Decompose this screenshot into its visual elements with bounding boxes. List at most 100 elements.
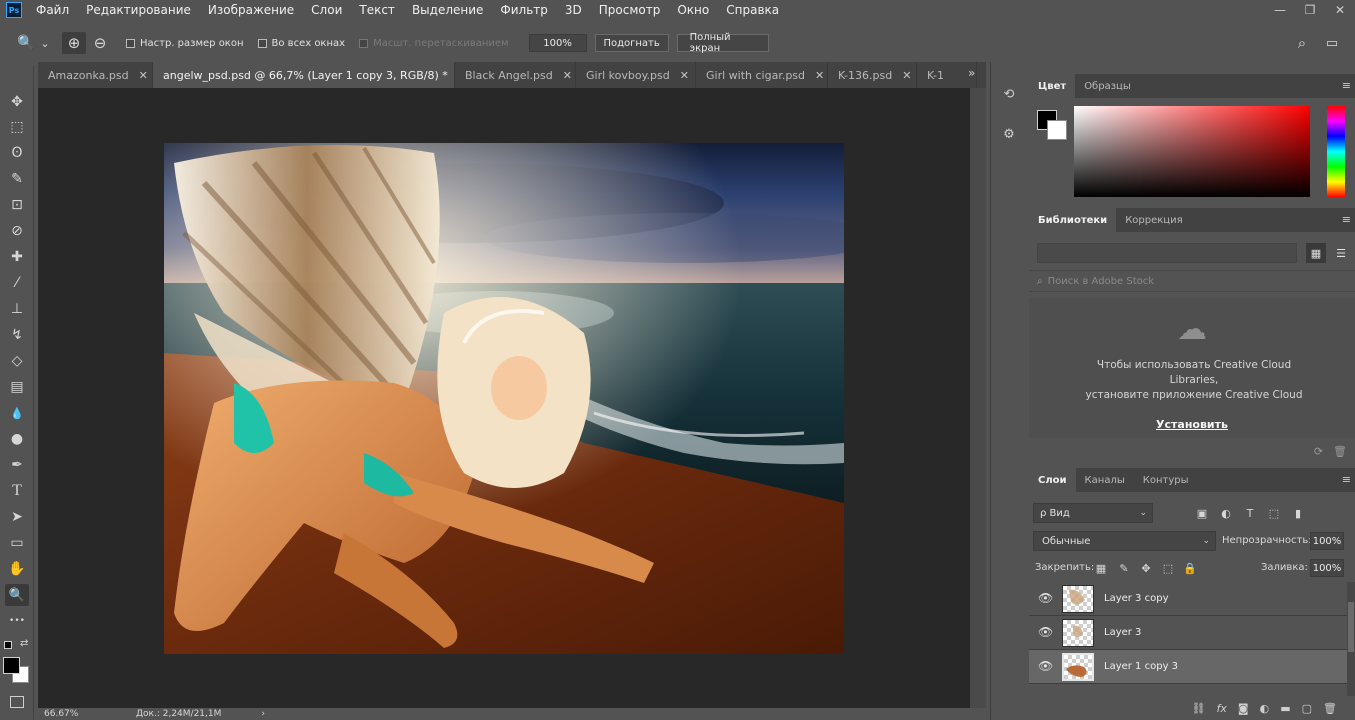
library-select[interactable] — [1037, 243, 1297, 263]
blend-mode-select[interactable]: Обычные ⌄ — [1033, 531, 1216, 551]
lock-all-icon[interactable]: 🔒 — [1182, 560, 1198, 576]
blur-tool-icon[interactable]: 💧 — [5, 402, 29, 424]
history-icon[interactable]: ⟲ — [999, 84, 1019, 104]
type-filter-icon[interactable]: T — [1242, 505, 1258, 521]
list-view-icon[interactable]: ☰ — [1331, 243, 1351, 263]
status-zoom[interactable]: 66.67% — [44, 709, 104, 719]
eyedropper-tool-icon[interactable]: ⊘ — [5, 220, 29, 242]
tab-girl-with-cigar[interactable]: Girl with cigar.psd ✕ — [696, 62, 828, 88]
close-icon[interactable]: ✕ — [563, 69, 572, 82]
install-link[interactable]: Установить — [1029, 418, 1355, 431]
adjustment-layer-icon[interactable]: ◐ — [1260, 702, 1270, 720]
swap-colors-icon[interactable]: ⇄ — [20, 638, 28, 649]
tab-k-136[interactable]: K-136.psd ✕ — [828, 62, 917, 88]
shape-filter-icon[interactable]: ⬚ — [1266, 505, 1282, 521]
crop-tool-icon[interactable]: ⊡ — [5, 194, 29, 216]
tab-girl-kovboy[interactable]: Girl kovboy.psd ✕ — [576, 62, 696, 88]
tab-channels[interactable]: Каналы — [1076, 468, 1134, 492]
type-tool-icon[interactable]: T — [5, 480, 29, 502]
close-button[interactable]: ✕ — [1325, 0, 1355, 20]
lock-position-icon[interactable]: ✥ — [1138, 560, 1154, 576]
fill-screen-button[interactable]: Полный экран — [676, 32, 769, 54]
tab-libraries[interactable]: Библиотеки — [1029, 208, 1117, 232]
shape-tool-icon[interactable]: ▭ — [5, 532, 29, 554]
background-color-swatch[interactable] — [1047, 120, 1067, 140]
menu-select[interactable]: Выделение — [412, 3, 483, 17]
tab-paths[interactable]: Контуры — [1134, 468, 1198, 492]
canvas-area[interactable] — [38, 88, 970, 708]
menu-layers[interactable]: Слои — [311, 3, 342, 17]
resize-windows-checkbox[interactable]: Настр. размер окон — [126, 38, 244, 49]
close-icon[interactable]: ✕ — [139, 69, 148, 82]
pixel-filter-icon[interactable]: ▣ — [1194, 505, 1210, 521]
lock-pixels-icon[interactable]: ✎ — [1116, 560, 1132, 576]
menu-window[interactable]: Окно — [677, 3, 709, 17]
move-tool-icon[interactable]: ✥ — [5, 91, 29, 113]
zoom-in-icon[interactable]: ⊕ — [62, 32, 86, 54]
chevron-down-icon[interactable]: ⌄ — [38, 32, 52, 54]
grid-view-icon[interactable]: ▦ — [1306, 243, 1326, 263]
menu-3d[interactable]: 3D — [565, 3, 582, 17]
marquee-tool-icon[interactable]: ⬚ — [5, 116, 29, 138]
visibility-eye-icon[interactable]: 👁 — [1038, 591, 1053, 605]
layer-name[interactable]: Layer 1 copy 3 — [1104, 661, 1178, 672]
menu-image[interactable]: Изображение — [208, 3, 294, 17]
close-icon[interactable]: ✕ — [680, 69, 689, 82]
close-icon[interactable]: ✕ — [815, 69, 824, 82]
layer-row[interactable]: 👁 Layer 3 — [1029, 616, 1347, 650]
stock-search-input[interactable]: ⌕ Поиск в Adobe Stock — [1029, 270, 1355, 292]
menu-filter[interactable]: Фильтр — [500, 3, 547, 17]
menu-help[interactable]: Справка — [726, 3, 779, 17]
stamp-tool-icon[interactable]: ⊥ — [5, 298, 29, 320]
default-colors-icon[interactable] — [4, 641, 12, 649]
adjustment-filter-icon[interactable]: ◐ — [1218, 505, 1234, 521]
layer-style-icon[interactable]: fx — [1217, 702, 1227, 720]
link-layers-icon[interactable]: ⛓ — [1192, 702, 1206, 720]
color-picker-field[interactable] — [1074, 106, 1310, 197]
layer-name[interactable]: Layer 3 copy — [1104, 593, 1168, 604]
zoom-percent-field[interactable]: 100% — [528, 34, 587, 52]
status-menu-icon[interactable]: › — [261, 709, 265, 719]
eraser-tool-icon[interactable]: ◇ — [5, 350, 29, 372]
menu-type[interactable]: Текст — [359, 3, 395, 17]
new-group-icon[interactable]: ▬ — [1280, 702, 1290, 720]
workspace-icon[interactable]: ▭ — [1322, 32, 1342, 54]
brush-tool-icon[interactable]: ⁄ — [5, 272, 29, 294]
scrubby-zoom-checkbox[interactable]: Масшт. перетаскиванием — [359, 38, 509, 49]
lock-transparent-icon[interactable]: ▦ — [1093, 560, 1109, 576]
tab-amazonka[interactable]: Amazonka.psd ✕ — [38, 62, 153, 88]
tab-overflow-icon[interactable]: » — [968, 66, 975, 80]
quick-select-tool-icon[interactable]: ✎ — [5, 168, 29, 190]
path-select-tool-icon[interactable]: ➤ — [5, 506, 29, 528]
layer-row-selected[interactable]: 👁 Layer 1 copy 3 — [1029, 650, 1347, 684]
new-layer-icon[interactable]: ▢ — [1302, 702, 1312, 720]
fit-screen-button[interactable]: Подогнать — [594, 34, 669, 52]
opacity-field[interactable]: 100% — [1310, 532, 1344, 550]
smart-object-filter-icon[interactable]: ▮ — [1290, 505, 1306, 521]
quick-mask-icon[interactable] — [10, 696, 24, 708]
restore-button[interactable]: ❐ — [1295, 0, 1325, 20]
tab-layers[interactable]: Слои — [1029, 468, 1076, 492]
hand-tool-icon[interactable]: ✋ — [5, 558, 29, 580]
zoom-out-icon[interactable]: ⊖ — [88, 32, 112, 54]
trash-icon[interactable]: 🗑 — [1323, 702, 1337, 720]
lock-artboard-icon[interactable]: ⬚ — [1160, 560, 1176, 576]
foreground-color-swatch[interactable] — [3, 657, 20, 674]
sync-icon[interactable]: ⟳ — [1314, 445, 1323, 458]
properties-icon[interactable]: ⚙ — [999, 124, 1019, 144]
kind-filter-select[interactable]: ρ Вид ⌄ — [1033, 503, 1153, 523]
menu-edit[interactable]: Редактирование — [86, 3, 191, 17]
visibility-eye-icon[interactable]: 👁 — [1038, 659, 1053, 673]
zoom-tool-icon[interactable]: 🔍 — [5, 584, 29, 606]
hue-slider[interactable] — [1327, 106, 1345, 197]
panel-menu-icon[interactable]: ≡ — [1342, 213, 1351, 226]
document-image[interactable] — [164, 143, 844, 654]
tab-adjustments[interactable]: Коррекция — [1116, 208, 1191, 232]
history-brush-tool-icon[interactable]: ↯ — [5, 324, 29, 346]
tab-black-angel[interactable]: Black Angel.psd ✕ — [455, 62, 576, 88]
all-windows-checkbox[interactable]: Во всех окнах — [257, 38, 345, 49]
menu-view[interactable]: Просмотр — [599, 3, 661, 17]
close-icon[interactable]: ✕ — [902, 69, 911, 82]
zoom-tool-icon[interactable]: 🔍 — [14, 32, 38, 54]
menu-file[interactable]: Файл — [36, 3, 69, 17]
